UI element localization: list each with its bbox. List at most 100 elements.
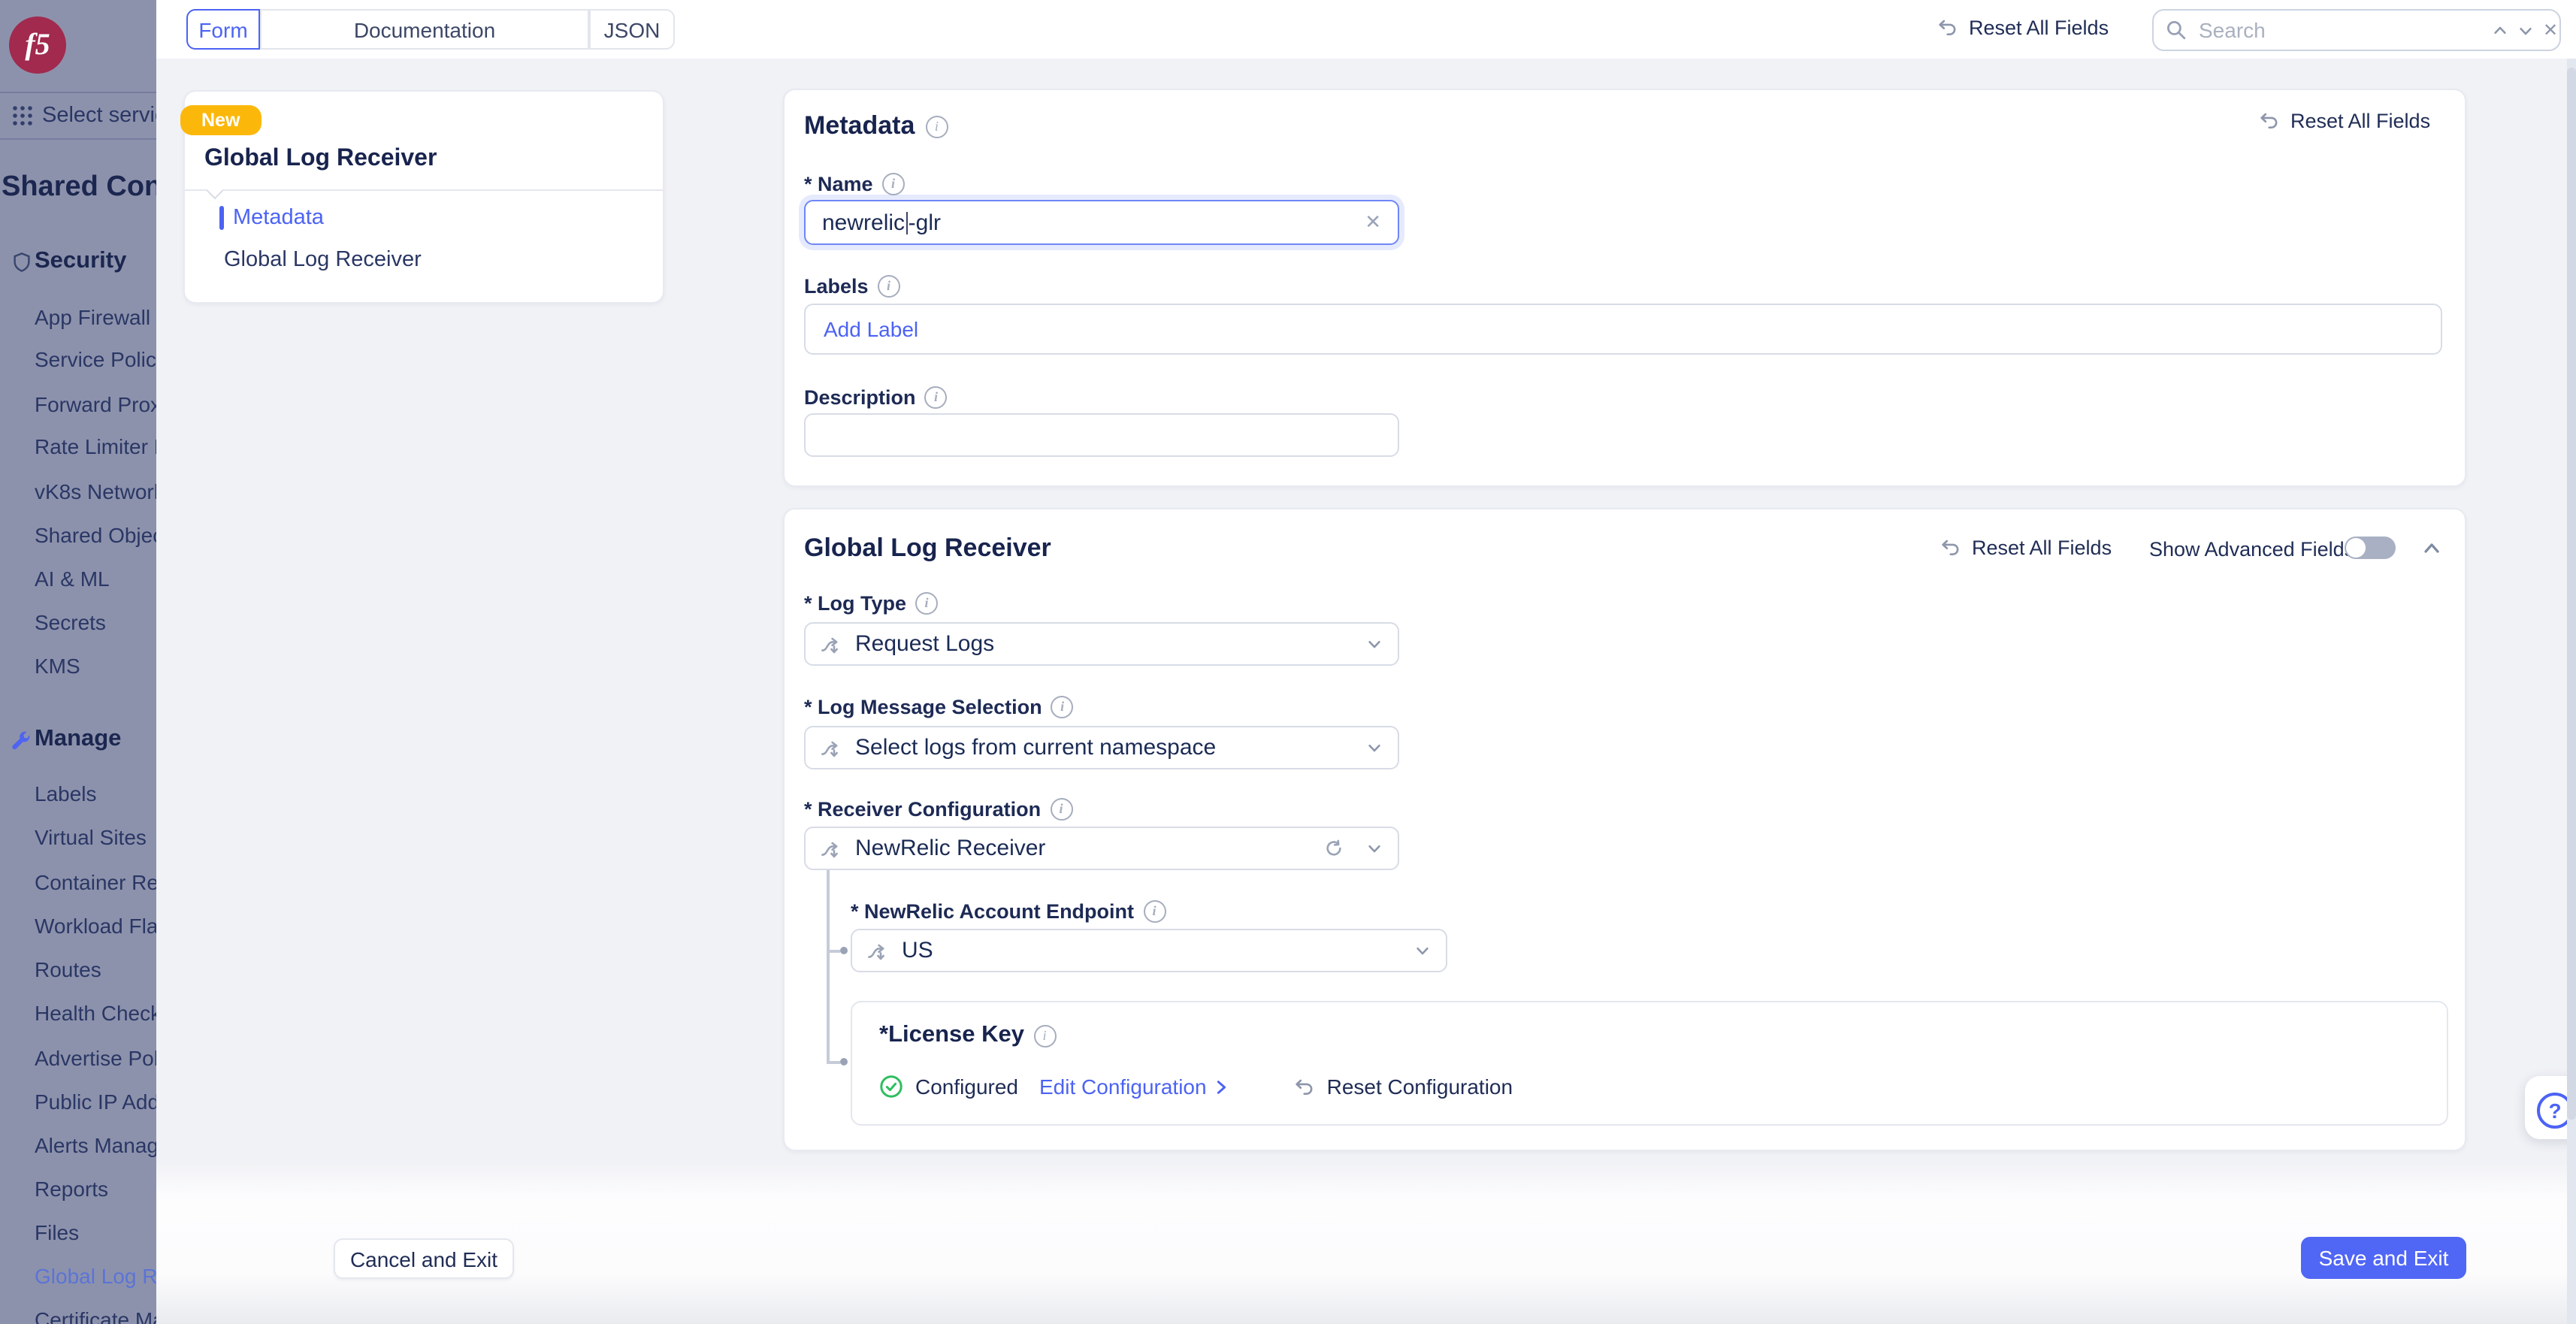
reference-select-icon: [867, 940, 888, 961]
sidebar-item-shared-objects[interactable]: Shared Objec: [35, 521, 156, 549]
search-input[interactable]: [2196, 17, 2474, 44]
sidebar-item-forward-proxy[interactable]: Forward Proxy: [35, 391, 156, 418]
wizard-title: Global Log Receiver: [204, 146, 437, 171]
license-key-box: *License Key i Configured Edit Configura…: [851, 1001, 2448, 1126]
reset-all-fields-glr[interactable]: Reset All Fields: [1939, 537, 2112, 559]
sidebar-item-labels[interactable]: Labels: [35, 780, 97, 807]
show-advanced-fields-label: Show Advanced Fields: [2149, 538, 2355, 561]
license-status: Configured: [915, 1075, 1018, 1099]
nested-connector-dot: [840, 1058, 848, 1066]
sidebar-section-manage[interactable]: Manage: [35, 726, 121, 753]
cancel-and-exit-button[interactable]: Cancel and Exit: [334, 1238, 514, 1279]
active-nav-bar: [219, 206, 224, 230]
reference-select-icon: [821, 838, 842, 859]
chevron-right-icon: [1213, 1078, 1229, 1095]
name-input[interactable]: newrelic -glr ✕: [804, 200, 1399, 245]
reset-all-fields-label: Reset All Fields: [1969, 17, 2109, 39]
sidebar-item-public-ip[interactable]: Public IP Addr: [35, 1088, 156, 1115]
edit-configuration-link[interactable]: Edit Configuration: [1039, 1075, 1207, 1099]
reset-all-fields-label: Reset All Fields: [1972, 537, 2112, 559]
configured-check-icon: [879, 1075, 903, 1099]
tab-documentation[interactable]: Documentation: [260, 9, 589, 50]
log-type-select[interactable]: Request Logs: [804, 622, 1399, 666]
chevron-down-icon: [1366, 636, 1383, 652]
sidebar-item-health-checks[interactable]: Health Check: [35, 999, 156, 1026]
reference-select-icon: [821, 633, 842, 654]
sidebar-item-virtual-sites[interactable]: Virtual Sites: [35, 824, 147, 851]
tab-form[interactable]: Form: [186, 9, 260, 50]
description-field-label: Description i: [804, 386, 948, 409]
nested-connector-dot: [840, 947, 848, 954]
divider: [185, 189, 663, 191]
wizard-nav-global-log-receiver[interactable]: Global Log Receiver: [224, 248, 422, 272]
reset-configuration-link[interactable]: Reset Configuration: [1327, 1075, 1513, 1099]
collapse-chevron-icon[interactable]: [2423, 540, 2441, 558]
chevron-down-icon: [1414, 942, 1431, 959]
sidebar-item-routes[interactable]: Routes: [35, 956, 101, 983]
f5-logo[interactable]: f5: [9, 17, 66, 74]
advanced-fields-toggle[interactable]: [2345, 537, 2396, 559]
sidebar-item-rate-limiter[interactable]: Rate Limiter P: [35, 433, 156, 460]
sidebar-section-security[interactable]: Security: [35, 248, 126, 275]
log-message-selection-select[interactable]: Select logs from current namespace: [804, 726, 1399, 769]
sidebar-item-certificate-management[interactable]: Certificate Ma: [35, 1306, 156, 1324]
info-icon: i: [924, 386, 948, 409]
info-icon: i: [1051, 696, 1074, 718]
tab-json[interactable]: JSON: [589, 9, 675, 50]
search-clear-icon[interactable]: ✕: [2543, 20, 2558, 41]
labels-field-label: Labels i: [804, 275, 900, 298]
shield-icon: [11, 251, 33, 274]
reset-icon: [1293, 1075, 1315, 1098]
search-next-icon[interactable]: [2517, 22, 2534, 38]
license-key-label: *License Key: [879, 1022, 1024, 1047]
reset-all-fields-metadata[interactable]: Reset All Fields: [2257, 110, 2430, 132]
reset-all-fields-label: Reset All Fields: [2290, 110, 2431, 132]
newrelic-account-endpoint-label: * NewRelic Account Endpoint i: [851, 900, 1166, 923]
sidebar-item-reports[interactable]: Reports: [35, 1175, 108, 1202]
search-icon: [2166, 20, 2187, 41]
clear-input-icon[interactable]: ✕: [1365, 210, 1381, 234]
info-icon: i: [877, 275, 900, 298]
scrollbar-thumb[interactable]: [2567, 68, 2576, 1120]
receiver-configuration-select[interactable]: NewRelic Receiver: [804, 827, 1399, 870]
reference-select-icon: [821, 737, 842, 758]
save-and-exit-button[interactable]: Save and Exit: [2301, 1237, 2466, 1279]
sidebar-item-container-registries[interactable]: Container Reg: [35, 869, 156, 896]
sidebar-item-app-firewall[interactable]: App Firewall: [35, 304, 150, 331]
sidebar-item-service-policies[interactable]: Service Polici: [35, 346, 156, 373]
sidebar-item-secrets[interactable]: Secrets: [35, 609, 106, 636]
description-input[interactable]: [804, 413, 1399, 457]
reset-all-fields-topbar[interactable]: Reset All Fields: [1936, 17, 2109, 39]
select-service-button[interactable]: Select service: [42, 102, 156, 129]
refresh-icon[interactable]: [1324, 839, 1344, 858]
sidebar-item-advertise-policies[interactable]: Advertise Poli: [35, 1044, 156, 1072]
sidebar-item-files[interactable]: Files: [35, 1219, 79, 1246]
log-type-label: * Log Type i: [804, 592, 939, 615]
sidebar-item-vk8s-network[interactable]: vK8s Network: [35, 478, 156, 505]
sidebar-item-global-log-receiver[interactable]: Global Log Re: [35, 1262, 156, 1289]
sidebar-item-kms[interactable]: KMS: [35, 652, 80, 679]
info-icon: i: [881, 173, 905, 195]
search-prev-icon[interactable]: [2492, 22, 2508, 38]
add-label-button[interactable]: Add Label: [824, 317, 918, 341]
reset-icon: [2257, 110, 2280, 132]
wrench-icon: [9, 729, 33, 753]
toggle-knob: [2346, 538, 2366, 558]
receiver-configuration-label: * Receiver Configuration i: [804, 798, 1073, 821]
sidebar-item-alerts-management[interactable]: Alerts Manage: [35, 1132, 156, 1159]
apps-grid-icon: [11, 104, 35, 128]
labels-field[interactable]: Add Label: [804, 304, 2442, 355]
newrelic-account-endpoint-select[interactable]: US: [851, 929, 1447, 972]
glr-section-title: Global Log Receiver: [804, 534, 1051, 562]
wizard-nav-card: New Global Log Receiver Metadata Global …: [180, 90, 664, 304]
wizard-nav-metadata[interactable]: Metadata: [233, 206, 324, 230]
sidebar-item-ai-ml[interactable]: AI & ML: [35, 565, 110, 592]
nested-connector-stub: [827, 1061, 840, 1063]
chevron-down-icon: [1366, 739, 1383, 756]
metadata-card: Metadata i Reset All Fields * Name i newr…: [783, 89, 2466, 487]
divider: [0, 138, 156, 140]
sidebar-item-workload-flavors[interactable]: Workload Flav: [35, 912, 156, 939]
info-icon: i: [1033, 1024, 1056, 1047]
notch-indicator: [206, 182, 224, 200]
search-box: ✕: [2152, 9, 2561, 51]
